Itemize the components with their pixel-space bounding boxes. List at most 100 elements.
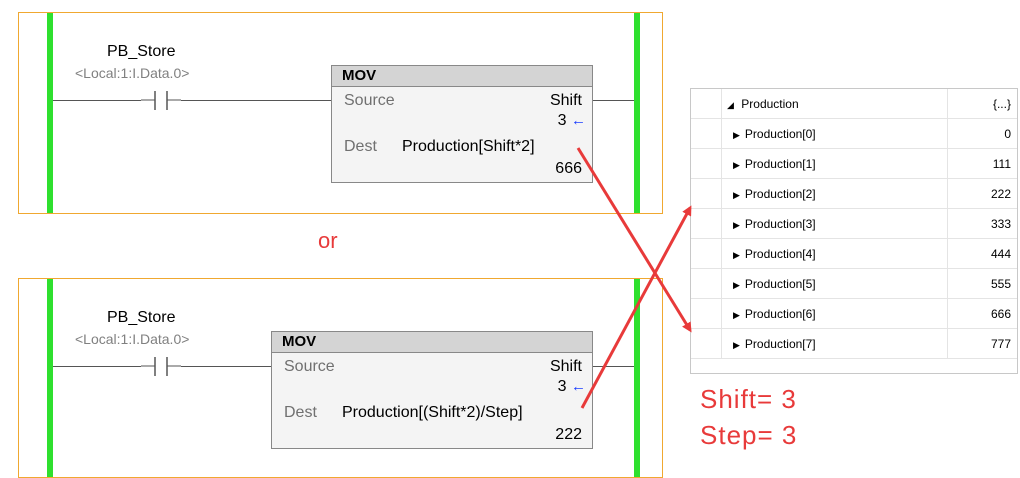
table-row[interactable]: ▶ Production[2] 222 [691,179,1017,209]
table-row[interactable]: ▶ Production[6] 666 [691,299,1017,329]
expand-triangle-icon[interactable]: ▶ [733,220,740,230]
column-separator [947,149,948,178]
left-power-rail [47,13,53,213]
element-tag-name: Production[3] [744,217,816,231]
rung-1: PB_Store <Local:1:I.Data.0> MOV Source S… [18,12,663,214]
element-value: 777 [990,337,1011,351]
table-row[interactable]: ▶ Production[7] 777 [691,329,1017,359]
row-gutter [691,179,722,208]
source-value: 3 ← [558,112,586,130]
rung-2: PB_Store <Local:1:I.Data.0> MOV Source S… [18,278,663,478]
rung-wire-left [53,100,141,101]
element-tag-name: Production[2] [744,187,816,201]
element-value: 444 [990,247,1011,261]
table-row[interactable]: ▶ Production[1] 111 [691,149,1017,179]
element-tag-name: Production[4] [744,247,816,261]
note-step: Step= 3 [700,420,798,450]
expand-triangle-icon[interactable]: ▶ [733,160,740,170]
source-label: Source [344,92,395,109]
table-row[interactable]: ▶ Production[4] 444 [691,239,1017,269]
row-name: ▶ Production[4] [733,247,816,261]
row-name: ▶ Production[5] [733,277,816,291]
row-name: ▶ Production[1] [733,157,816,171]
contact-alias: <Local:1:I.Data.0> [75,65,190,81]
column-separator [947,269,948,298]
right-power-rail [634,279,640,477]
contact-tag-name[interactable]: PB_Store [107,309,175,327]
collapse-triangle-icon[interactable]: ◢ [727,100,734,110]
column-separator [947,299,948,328]
row-name: ▶ Production[3] [733,217,816,231]
parent-tag-name: Production [741,97,799,111]
column-separator [947,239,948,268]
xic-contact-icon[interactable] [141,357,181,377]
row-gutter [691,299,722,328]
element-tag-name: Production[0] [744,127,816,141]
row-name: ◢ Production [727,97,799,111]
element-tag-name: Production[7] [744,337,816,351]
row-name: ▶ Production[0] [733,127,816,141]
source-tag[interactable]: Shift [550,358,582,376]
source-tag[interactable]: Shift [550,92,582,110]
dest-label: Dest [284,404,317,421]
table-row[interactable]: ▶ Production[5] 555 [691,269,1017,299]
rung-wire-right [593,366,634,367]
source-value: 3 ← [558,378,586,396]
source-value-text: 3 [557,378,567,395]
contact-tag-name[interactable]: PB_Store [107,43,175,61]
row-name: ▶ Production[2] [733,187,816,201]
table-row-parent[interactable]: ◢ Production {...} [691,89,1017,119]
row-name: ▶ Production[7] [733,337,816,351]
source-label: Source [284,358,335,375]
rung-wire-right [593,100,634,101]
xic-contact-icon[interactable] [141,91,181,111]
column-separator [947,119,948,148]
element-value: 666 [990,307,1011,321]
column-separator [947,329,948,358]
pointer-arrow-icon: ← [571,112,586,129]
rung-wire-left [53,366,141,367]
mov-title: MOV [332,66,592,87]
row-name: ▶ Production[6] [733,307,816,321]
element-value: 222 [990,187,1011,201]
tag-monitor-table: ◢ Production {...} ▶ Production[0] 0 ▶ Produ… [690,88,1018,374]
row-value: {...} [992,97,1011,111]
note-shift: Shift= 3 [700,384,797,414]
table-row[interactable]: ▶ Production[3] 333 [691,209,1017,239]
row-gutter [691,209,722,238]
row-gutter [691,329,722,358]
rung-wire-middle [181,100,331,101]
contact-alias: <Local:1:I.Data.0> [75,331,190,347]
expand-triangle-icon[interactable]: ▶ [733,130,740,140]
element-value: 111 [992,157,1011,171]
source-value-text: 3 [557,112,567,129]
rung-wire-middle [181,366,271,367]
dest-tag[interactable]: Production[Shift*2] [402,138,535,156]
dest-value: 222 [555,426,582,443]
row-gutter [691,239,722,268]
element-value: 333 [990,217,1011,231]
left-power-rail [47,279,53,477]
mov-title: MOV [272,332,592,353]
expand-triangle-icon[interactable]: ▶ [733,250,740,260]
mov-instruction-block[interactable]: MOV Source Shift 3 ← Dest Production[Shi… [331,65,593,183]
expand-triangle-icon[interactable]: ▶ [733,280,740,290]
element-tag-name: Production[1] [744,157,816,171]
column-separator [947,179,948,208]
row-gutter [691,149,722,178]
expand-triangle-icon[interactable]: ▶ [733,310,740,320]
dest-tag[interactable]: Production[(Shift*2)/Step] [342,404,523,422]
or-separator-text: or [318,228,338,253]
mov-instruction-block[interactable]: MOV Source Shift 3 ← Dest Production[(Sh… [271,331,593,449]
element-tag-name: Production[5] [744,277,816,291]
element-value: 0 [1004,127,1011,141]
dest-label: Dest [344,138,377,155]
expand-triangle-icon[interactable]: ▶ [733,340,740,350]
right-power-rail [634,13,640,213]
element-value: 555 [990,277,1011,291]
column-separator [947,209,948,238]
element-tag-name: Production[6] [744,307,816,321]
pointer-arrow-icon: ← [571,378,586,395]
table-row[interactable]: ▶ Production[0] 0 [691,119,1017,149]
expand-triangle-icon[interactable]: ▶ [733,190,740,200]
